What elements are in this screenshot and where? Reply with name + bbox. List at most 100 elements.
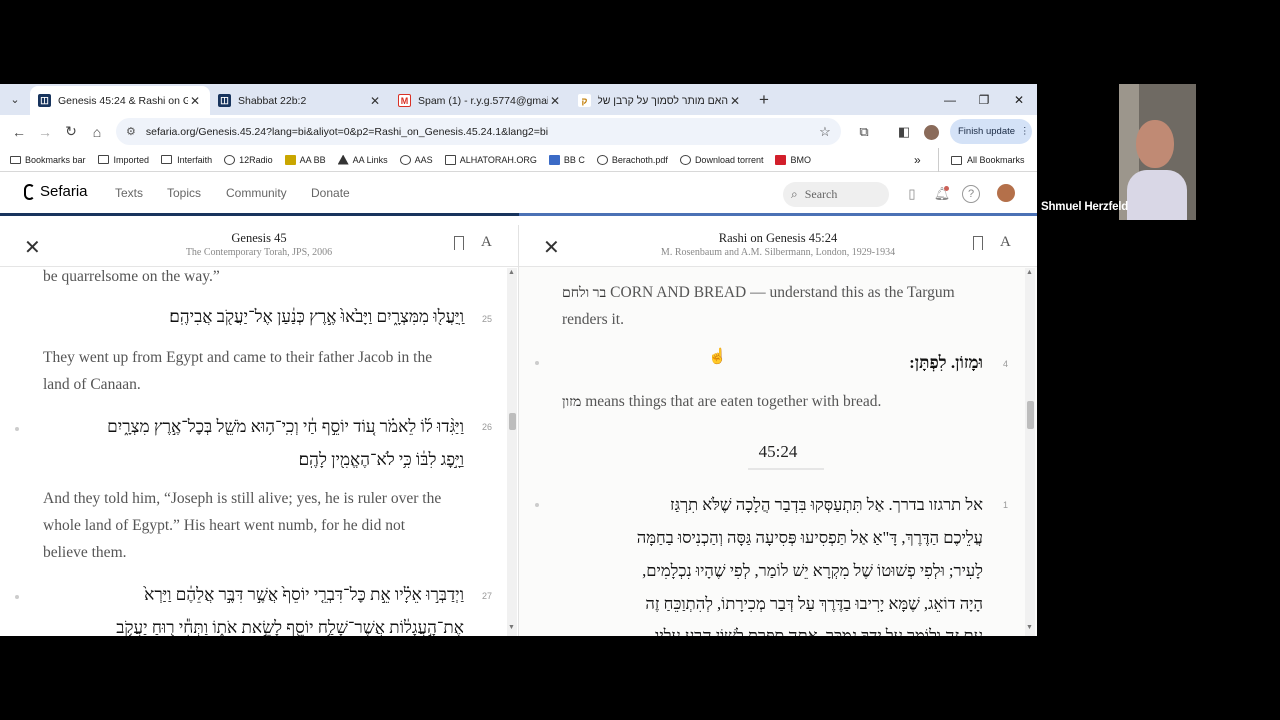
- commentary-english-line[interactable]: renders it.: [562, 311, 624, 329]
- new-tab-icon[interactable]: +: [750, 86, 778, 113]
- verse-hebrew-line[interactable]: וַיָּ֣פׇג לִבּ֔וֹ כִּ֥י לֹא־הֶאֱמִ֖ין לָ…: [299, 450, 464, 470]
- bookmark-label: ALHATORAH.ORG: [459, 154, 537, 165]
- help-icon[interactable]: ?: [962, 185, 980, 203]
- tab-search-icon[interactable]: ⌄: [0, 84, 30, 115]
- nav-texts[interactable]: Texts: [115, 186, 143, 200]
- bookmark-icon[interactable]: [454, 236, 464, 250]
- bookmark-item[interactable]: Bookmarks bar: [10, 155, 86, 165]
- tab-genesis[interactable]: ◫ Genesis 45:24 & Rashi on Gene ✕: [30, 86, 210, 115]
- forward-icon[interactable]: →: [32, 119, 58, 145]
- user-avatar[interactable]: [997, 184, 1015, 202]
- home-icon[interactable]: ⌂: [84, 119, 110, 145]
- minimize-icon[interactable]: —: [933, 84, 967, 115]
- saved-bookmark-icon[interactable]: ▯: [901, 183, 923, 205]
- verse-english-line[interactable]: land of Canaan.: [43, 376, 141, 394]
- panel-version[interactable]: M. Rosenbaum and A.M. Silbermann, London…: [519, 247, 1037, 258]
- close-tab-icon[interactable]: ✕: [368, 94, 382, 108]
- bookmark-item[interactable]: ALHATORAH.ORG: [444, 154, 537, 165]
- search-placeholder: Search: [804, 187, 838, 201]
- panel-title[interactable]: Genesis 45: [0, 231, 518, 246]
- bookmark-item[interactable]: Berachoth.pdf: [596, 154, 668, 165]
- more-bookmarks-icon[interactable]: »: [914, 153, 921, 167]
- verse-english-line[interactable]: They went up from Egypt and came to thei…: [43, 349, 432, 367]
- tab-shabbat[interactable]: ◫ Shabbat 22b:2 ✕: [210, 87, 390, 114]
- globe-icon: [399, 154, 411, 165]
- reload-icon[interactable]: ↻: [58, 119, 84, 145]
- bookmark-item[interactable]: AA BB: [284, 154, 326, 165]
- bookmark-label: Imported: [113, 154, 150, 165]
- scrollbar-thumb[interactable]: [509, 413, 516, 430]
- nav-topics[interactable]: Topics: [167, 186, 201, 200]
- bookmark-folder[interactable]: Imported: [97, 154, 150, 165]
- font-settings-button[interactable]: A: [481, 234, 492, 251]
- scrollbar[interactable]: [1025, 268, 1035, 636]
- back-icon[interactable]: ←: [6, 119, 32, 145]
- commentary-english-line[interactable]: מזון means things that are eaten togethe…: [562, 393, 881, 411]
- extensions-icon[interactable]: ⧉: [852, 120, 876, 144]
- verse-hebrew-line[interactable]: אֶת־הָ֣עֲגָל֔וֹת אֲשֶׁר־שָׁלַ֥ח יוֹסֵ֖ף …: [116, 618, 464, 636]
- aa-links-icon: [337, 154, 349, 165]
- verse-english-line[interactable]: whole land of Egypt.” His heart went num…: [43, 517, 405, 535]
- close-tab-icon[interactable]: ✕: [188, 94, 202, 108]
- panel-title[interactable]: Rashi on Genesis 45:24: [519, 231, 1037, 246]
- panel-version[interactable]: The Contemporary Torah, JPS, 2006: [0, 247, 518, 258]
- close-tab-icon[interactable]: ✕: [728, 94, 742, 108]
- all-bookmarks[interactable]: All Bookmarks: [951, 155, 1025, 165]
- tab-gmail[interactable]: M Spam (1) - r.y.g.5774@gmail.co ✕: [390, 87, 570, 114]
- bookmark-item[interactable]: AA Links: [337, 154, 388, 165]
- finish-update-button[interactable]: Finish update ⋮: [950, 119, 1032, 144]
- bookmark-item[interactable]: BB C: [548, 154, 585, 165]
- scrollbar-thumb[interactable]: [1027, 401, 1034, 429]
- sefaria-favicon-icon: ◫: [218, 94, 231, 107]
- side-panel-icon[interactable]: ◧: [892, 120, 916, 144]
- comment-hebrew-line[interactable]: עֲלֵיכֶם הַדֶּרֶךְ, דָּ"אַ אַל תַּפְסִיע…: [637, 528, 983, 548]
- nav-donate[interactable]: Donate: [311, 186, 350, 200]
- profile-icon[interactable]: [919, 120, 943, 144]
- scroll-down-icon[interactable]: ▼: [508, 624, 515, 631]
- tab-hebrew-site[interactable]: ק האם מותר לסמוך על קרבן שלמי ✕: [570, 87, 750, 114]
- sefaria-logo[interactable]: Sefaria: [24, 183, 88, 200]
- address-bar[interactable]: ⚙ sefaria.org/Genesis.45.24?lang=bi&aliy…: [116, 118, 841, 145]
- scroll-up-icon[interactable]: ▲: [508, 269, 515, 276]
- commentary-english-line[interactable]: בר ולחם CORN AND BREAD — understand this…: [562, 284, 955, 302]
- verse-hebrew-line[interactable]: וַיַּגִּ֨דוּ ל֜וֹ לֵאמֹ֗ר ע֚וֹד יוֹסֵ֣ף …: [107, 417, 464, 437]
- close-window-icon[interactable]: ✕: [1002, 84, 1036, 115]
- bookmark-item[interactable]: Download torrent: [679, 154, 763, 165]
- comment-hebrew-line[interactable]: לָעִיר; וּלְפִי פְשׁוּטוֹ שֶׁל מִקְרָא י…: [642, 561, 983, 581]
- verse-english-line[interactable]: believe them.: [43, 544, 127, 562]
- bookmark-label: AA Links: [352, 154, 388, 165]
- toolbar: ← → ↻ ⌂ ⚙ sefaria.org/Genesis.45.24?lang…: [0, 115, 1037, 148]
- bookmark-icon[interactable]: [973, 236, 983, 250]
- section-divider: [748, 468, 824, 470]
- site-info-icon[interactable]: ⚙: [126, 125, 136, 138]
- section-reference[interactable]: 45:24: [519, 442, 1037, 462]
- url-text: sefaria.org/Genesis.45.24?lang=bi&aliyot…: [145, 125, 549, 138]
- comment-hebrew-line[interactable]: אל תרגזו בדרך. אַל תִּתְעַסְּקוּ בִּדְבַ…: [670, 495, 983, 515]
- bookmark-label: All Bookmarks: [967, 155, 1025, 165]
- verse-hebrew[interactable]: וַֽיַּעֲל֖וּ מִמִּצְרָ֑יִם וַיָּבֹ֙אוּ֙ …: [169, 307, 464, 327]
- notifications-icon[interactable]: 🔔︎: [931, 183, 953, 205]
- bookmark-item[interactable]: BMO: [775, 154, 811, 165]
- bookmark-item[interactable]: AAS: [399, 154, 433, 165]
- scroll-down-icon[interactable]: ▼: [1026, 624, 1033, 631]
- close-tab-icon[interactable]: ✕: [548, 94, 562, 108]
- scroll-up-icon[interactable]: ▲: [1026, 269, 1033, 276]
- participant-video: [1119, 84, 1196, 220]
- bookmark-folder[interactable]: Interfaith: [161, 155, 212, 165]
- restore-icon[interactable]: ❐: [967, 84, 1001, 115]
- bookmark-item[interactable]: 12Radio: [224, 154, 273, 165]
- search-input[interactable]: ⌕ Search: [783, 182, 889, 207]
- verse-english-line[interactable]: And they told him, “Joseph is still aliv…: [43, 490, 441, 508]
- scrollbar[interactable]: [507, 268, 517, 636]
- verse-english-tail: be quarrelsome on the way.”: [43, 268, 220, 285]
- nav-community[interactable]: Community: [226, 186, 287, 200]
- font-settings-button[interactable]: A: [1000, 234, 1011, 251]
- bookmark-star-icon[interactable]: ☆: [813, 120, 837, 144]
- globe-icon: [679, 154, 691, 165]
- comment-hebrew[interactable]: וּמָזוֹן. לִפְתָּן:: [909, 353, 983, 373]
- bmo-icon: [775, 154, 787, 165]
- comment-hebrew-line[interactable]: עִם זֶה וְלוֹמַר עַל יָדְךָ נִמְכַּר, אַ…: [655, 626, 983, 636]
- comment-hebrew-line[interactable]: הָיָה דוֹאֵג, שֶׁמָּא יָרִיבוּ בַדֶּרֶךְ…: [645, 594, 983, 614]
- verse-hebrew-line[interactable]: וַיְדַבְּר֣וּ אֵלָ֗יו אֵ֣ת כׇּל־דִּבְרֵ֤…: [144, 585, 464, 605]
- text-panel: ✕ Genesis 45 The Contemporary Torah, JPS…: [0, 225, 519, 636]
